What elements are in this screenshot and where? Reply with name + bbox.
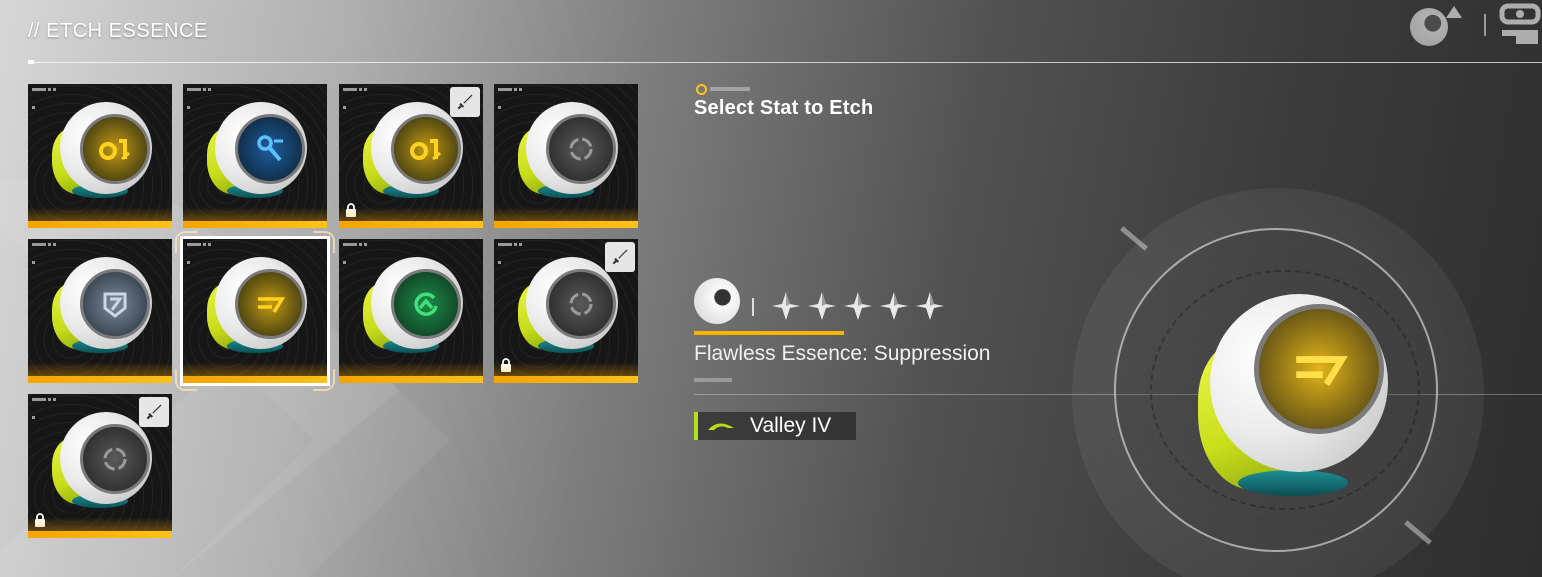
sword-icon — [605, 242, 635, 272]
suppression-glyph-icon — [1296, 356, 1348, 386]
rarity-bar — [339, 362, 483, 383]
summary-separator — [752, 298, 754, 316]
card-header-dots — [498, 243, 528, 264]
essence-card-7[interactable] — [339, 239, 483, 383]
arrow-up-glyph-icon — [414, 292, 438, 316]
marker-caption — [710, 87, 750, 91]
menu-robot-icon[interactable] — [1498, 0, 1542, 48]
rarity-bar — [183, 207, 327, 228]
rarity-bar — [28, 207, 172, 228]
rarity-stars — [770, 290, 946, 322]
region-label: Valley IV — [750, 414, 832, 437]
rarity-bar — [494, 207, 638, 228]
shield-glyph-icon — [103, 292, 127, 318]
card-header-dots — [32, 398, 62, 419]
essence-orb — [205, 253, 309, 357]
rarity-bar — [28, 362, 172, 383]
rarity-bar — [183, 362, 327, 383]
essence-type-icon — [694, 278, 740, 324]
card-header-dots — [343, 243, 373, 264]
essence-card-3[interactable] — [339, 84, 483, 228]
essence-face — [80, 114, 150, 184]
essence-card-4[interactable] — [494, 84, 638, 228]
rarity-star-icon — [808, 292, 836, 320]
toolbar-separator — [1484, 14, 1486, 36]
preview-face — [1254, 304, 1384, 434]
essence-orb-icon[interactable] — [1410, 8, 1448, 46]
ring-glyph-icon — [569, 292, 593, 316]
essence-card-5[interactable] — [28, 239, 172, 383]
essence-card-2[interactable] — [183, 84, 327, 228]
essence-card-9[interactable] — [28, 394, 172, 538]
rarity-underline — [694, 331, 844, 335]
essence-face — [80, 269, 150, 339]
essence-card-6-selected[interactable] — [183, 239, 327, 383]
card-header-dots — [498, 88, 528, 109]
essence-orb — [50, 98, 154, 202]
essence-name: Flawless Essence: Suppression — [694, 342, 991, 365]
card-header-dots — [343, 88, 373, 109]
essence-face — [546, 269, 616, 339]
leaf-icon — [708, 423, 734, 430]
essence-orb — [516, 98, 620, 202]
essence-face — [391, 269, 461, 339]
rarity-bar — [494, 362, 638, 383]
essence-face — [391, 114, 461, 184]
rarity-star-icon — [772, 292, 800, 320]
essence-orb — [205, 98, 309, 202]
ol-glyph-icon — [410, 139, 441, 161]
sword-icon — [450, 87, 480, 117]
essence-card-8[interactable] — [494, 239, 638, 383]
card-header-dots — [32, 88, 62, 109]
selection-marker-icon — [696, 84, 707, 95]
suppression-glyph-icon — [258, 297, 286, 313]
rarity-star-icon — [880, 292, 908, 320]
essence-card-1[interactable] — [28, 84, 172, 228]
essence-face — [546, 114, 616, 184]
top-right-toolbar — [1402, 0, 1542, 50]
card-header-dots — [32, 243, 62, 264]
rarity-star-icon — [844, 292, 872, 320]
ring-glyph-icon — [103, 447, 127, 471]
essence-orb — [361, 253, 465, 357]
header-divider — [28, 62, 1542, 63]
page-title: // ETCH ESSENCE — [28, 20, 208, 42]
ring-glyph-icon — [569, 137, 593, 161]
triangle-icon — [1446, 6, 1462, 18]
essence-orb — [50, 253, 154, 357]
rarity-bar — [28, 517, 172, 538]
essence-face — [235, 269, 305, 339]
region-tag: Valley IV — [694, 412, 856, 440]
rarity-star-icon — [916, 292, 944, 320]
key-glyph-icon — [257, 135, 283, 162]
essence-caption — [694, 378, 732, 382]
essence-summary — [694, 278, 994, 328]
essence-preview — [1150, 260, 1420, 510]
essence-face — [80, 424, 150, 494]
card-header-dots — [187, 243, 217, 264]
sword-icon — [139, 397, 169, 427]
header-divider-mark — [28, 60, 34, 64]
essence-face — [235, 114, 305, 184]
panel-heading: Select Stat to Etch — [694, 97, 874, 119]
rarity-bar — [339, 207, 483, 228]
card-header-dots — [187, 88, 217, 109]
ol-glyph-icon — [99, 139, 130, 161]
